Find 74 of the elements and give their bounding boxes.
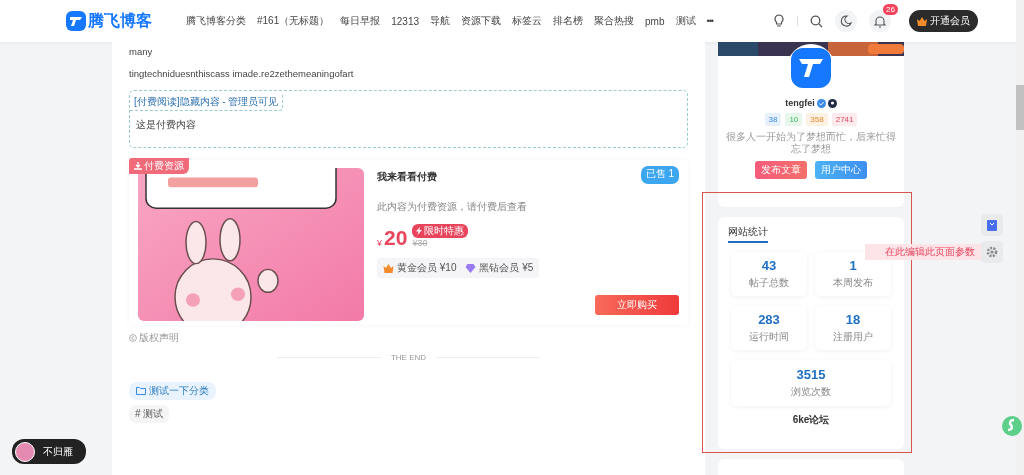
article-paragraph: many <box>129 46 153 57</box>
user-level-icon <box>827 98 837 108</box>
lightbulb-icon[interactable] <box>772 14 785 28</box>
copyright-icon <box>129 334 137 342</box>
member-price: 黄金会员 ¥10 <box>397 261 457 275</box>
edit-page-tooltip: 在此编辑此页面参数 <box>865 244 981 260</box>
settings-icon <box>986 246 998 258</box>
paid-resource-badge: 付费资源 <box>129 158 189 174</box>
stat-value: 43 <box>761 258 777 273</box>
song-title: 不归雁 <box>43 444 73 459</box>
scrollbar[interactable] <box>1016 0 1024 475</box>
member-price: 黑钻会员 ¥5 <box>479 261 534 275</box>
site-logo[interactable]: 腾飞博客 <box>88 10 152 32</box>
promo-badge: 限时特惠 <box>412 224 469 238</box>
search-icon[interactable] <box>809 14 823 28</box>
product-price: 20 <box>384 227 408 248</box>
stat-value: 1 <box>849 258 857 273</box>
notification-button[interactable] <box>868 10 891 32</box>
nav-link[interactable]: 测试 <box>675 14 696 28</box>
paid-content-text: 这是付费内容 <box>136 118 197 132</box>
notification-count: 26 <box>882 4 898 15</box>
moon-icon <box>839 15 852 27</box>
nav-link[interactable]: 资源下载 <box>461 14 502 28</box>
profile-stat: 38 <box>764 113 782 126</box>
product-description: 此内容为付费资源，请付费后查看 <box>377 200 527 214</box>
bookmark-button[interactable] <box>981 214 1003 236</box>
end-text: THE END <box>390 353 427 362</box>
post-tag[interactable]: # 测试 <box>129 405 170 423</box>
article-paragraph: tingtechniduesnthiscass imade.re2zethemeaningofart <box>129 68 354 79</box>
stat-label: 注册用户 <box>833 330 873 344</box>
nav-link[interactable]: 排名榜 <box>553 14 584 28</box>
nav-link[interactable]: #161（无标题） <box>257 14 330 28</box>
widget-title: 网站统计 <box>728 225 768 243</box>
product-title: 我来看看付费 <box>377 170 437 184</box>
music-player[interactable]: 不归雁 <box>12 439 86 464</box>
nav-link[interactable]: 标签云 <box>512 14 543 28</box>
profile-stat: 358 <box>806 113 828 126</box>
forum-name: 6ke论坛 <box>792 413 830 427</box>
stat-label: 浏览次数 <box>791 385 831 399</box>
lightning-icon <box>416 227 423 235</box>
nav-link[interactable]: 聚合热搜 <box>594 14 635 28</box>
folder-icon <box>136 387 146 395</box>
diamond-icon <box>465 263 477 273</box>
dark-mode-button[interactable] <box>834 10 857 32</box>
download-icon <box>134 162 142 170</box>
album-cover-icon <box>15 441 35 462</box>
crown-icon <box>383 263 394 273</box>
stat-value: 3515 <box>796 367 826 382</box>
currency-symbol: ¥ <box>377 238 382 248</box>
nav-link[interactable]: pmb <box>645 15 665 27</box>
vip-button[interactable]: 开通会员 <box>908 10 978 32</box>
sold-count-badge: 已售 1 <box>640 166 679 184</box>
stat-label: 本周发布 <box>833 276 873 290</box>
nav-link[interactable]: 导航 <box>430 14 451 28</box>
category-tag[interactable]: 测试一下分类 <box>129 382 216 400</box>
nav-link[interactable]: 每日早报 <box>340 14 381 28</box>
stat-value: 18 <box>845 312 861 327</box>
bookmark-icon <box>987 219 997 231</box>
nav-link[interactable]: 腾飞博客分类 <box>186 14 246 28</box>
verified-icon <box>816 98 826 108</box>
nav-link[interactable]: 12313 <box>391 15 420 27</box>
hidden-content-label: [付费阅读]隐藏内容 - 管理员可见 <box>130 94 284 111</box>
profile-stat: 2741 <box>831 113 858 126</box>
profile-stat: 10 <box>785 113 803 126</box>
bell-icon <box>873 14 886 28</box>
stat-value: 283 <box>758 312 780 327</box>
original-price: ¥30 <box>412 238 429 248</box>
more-menu[interactable]: ••• <box>706 16 713 26</box>
settings-button[interactable] <box>981 241 1003 263</box>
stat-label: 运行时间 <box>749 330 789 344</box>
user-name[interactable]: tengfei <box>785 98 815 108</box>
logo-icon[interactable] <box>66 11 86 31</box>
stat-label: 帖子总数 <box>749 276 789 290</box>
crown-icon <box>916 16 927 26</box>
